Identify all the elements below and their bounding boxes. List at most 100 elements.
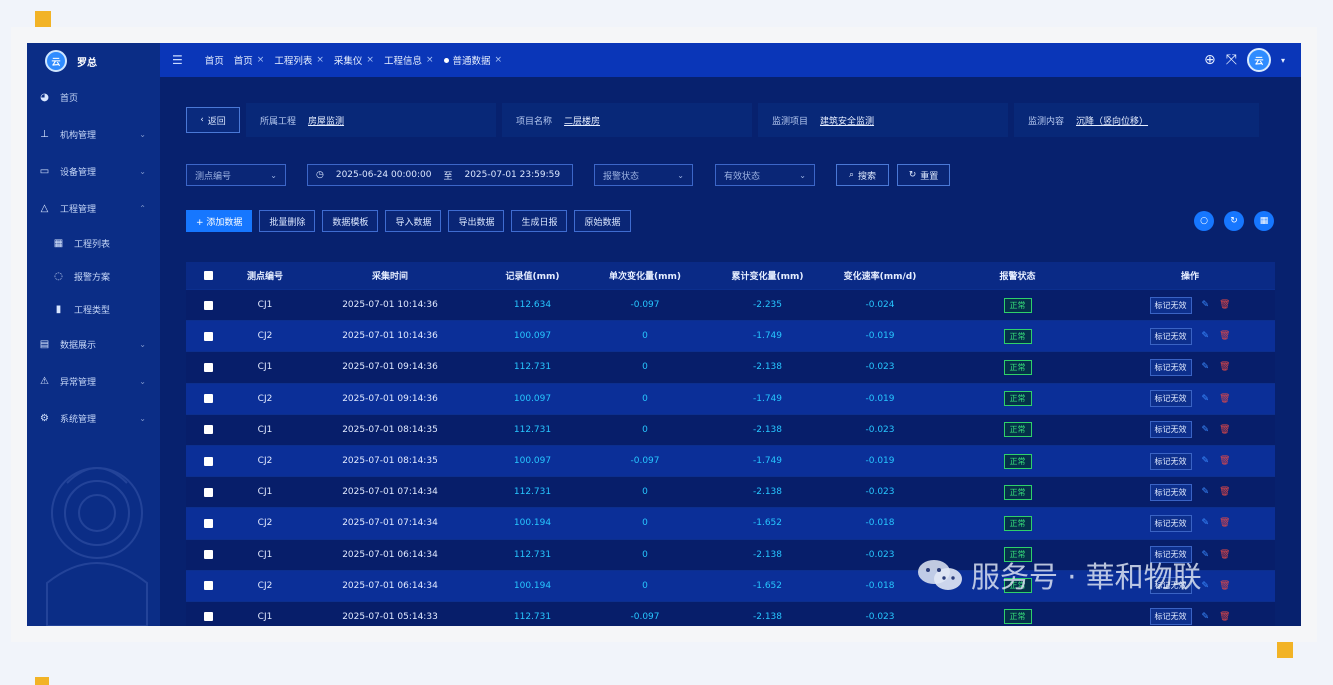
- trash-icon[interactable]: 🗑: [1219, 300, 1230, 310]
- trash-icon[interactable]: 🗑: [1219, 612, 1230, 622]
- edit-icon[interactable]: ✎: [1202, 362, 1210, 372]
- trash-icon[interactable]: 🗑: [1219, 581, 1230, 591]
- select-all-checkbox[interactable]: [203, 271, 213, 280]
- reset-button[interactable]: ↻ 重置: [897, 164, 950, 186]
- daily-report-button[interactable]: 生成日报: [511, 210, 568, 232]
- row-checkbox[interactable]: [203, 487, 213, 497]
- export-data-button[interactable]: 导出数据: [448, 210, 505, 232]
- tab-project-list[interactable]: 工程列表 ×: [274, 53, 324, 67]
- menu-toggle-icon[interactable]: ☰: [172, 53, 183, 67]
- edit-icon[interactable]: ✎: [1202, 581, 1210, 591]
- row-checkbox[interactable]: [203, 425, 213, 435]
- status-badge: 正常: [1003, 515, 1032, 531]
- trash-icon[interactable]: 🗑: [1219, 362, 1230, 372]
- search-circle-icon[interactable]: ○: [1194, 211, 1214, 231]
- trash-icon[interactable]: 🗑: [1219, 487, 1230, 497]
- mark-invalid-button[interactable]: 标记无效: [1149, 483, 1192, 501]
- mark-invalid-button[interactable]: 标记无效: [1149, 514, 1192, 532]
- valid-status-select[interactable]: 有效状态 ⌄: [715, 164, 815, 186]
- alarm-status-select[interactable]: 报警状态 ⌄: [594, 164, 693, 186]
- trash-icon[interactable]: 🗑: [1219, 456, 1230, 466]
- raw-data-button[interactable]: 原始数据: [574, 210, 631, 232]
- tab-home-2[interactable]: 首页 ×: [234, 53, 265, 67]
- trash-icon[interactable]: 🗑: [1219, 331, 1230, 341]
- status-badge: 正常: [1003, 484, 1032, 500]
- point-select[interactable]: 测点编号 ⌄: [186, 164, 286, 186]
- close-icon[interactable]: ×: [366, 55, 374, 65]
- tab-home[interactable]: 首页: [205, 53, 224, 67]
- close-icon[interactable]: ×: [257, 55, 265, 65]
- edit-icon[interactable]: ✎: [1202, 518, 1210, 528]
- sidebar-item-data-display[interactable]: ▤ 数据展示 ⌄: [27, 326, 160, 363]
- close-icon[interactable]: ×: [495, 55, 503, 65]
- avatar[interactable]: 云: [1246, 48, 1271, 72]
- tab-project-info[interactable]: 工程信息 ×: [384, 53, 434, 67]
- close-icon[interactable]: ×: [316, 55, 324, 65]
- edit-icon[interactable]: ✎: [1202, 331, 1210, 341]
- import-data-button[interactable]: 导入数据: [385, 210, 442, 232]
- cell-time: 2025-07-01 09:14:36: [342, 362, 438, 373]
- trash-icon[interactable]: 🗑: [1219, 518, 1230, 528]
- fullscreen-icon[interactable]: ⤧: [1226, 52, 1237, 68]
- project-info-bar: ‹ 返回 所属工程 房屋监测 项目名称 二层楼房 监测项目 建筑安全监测 监测内容 沉降（…: [180, 103, 1265, 137]
- mark-invalid-button[interactable]: 标记无效: [1149, 421, 1192, 439]
- cell-rate: -0.024: [865, 300, 895, 311]
- sidebar-item-alarm-plan[interactable]: ◌ 报警方案: [27, 260, 160, 293]
- sidebar-item-project-list[interactable]: ▦ 工程列表: [27, 227, 160, 260]
- row-checkbox[interactable]: [203, 456, 213, 466]
- row-checkbox[interactable]: [203, 550, 213, 560]
- sidebar-item-device[interactable]: ▭ 设备管理 ⌄: [27, 153, 160, 190]
- edit-icon[interactable]: ✎: [1202, 487, 1210, 497]
- edit-icon[interactable]: ✎: [1202, 456, 1210, 466]
- edit-icon[interactable]: ✎: [1202, 300, 1210, 310]
- trash-icon[interactable]: 🗑: [1219, 425, 1230, 435]
- header-point: 测点编号: [246, 272, 283, 282]
- sidebar-item-exception[interactable]: ⚠ 异常管理 ⌄: [27, 363, 160, 400]
- chevron-down-icon[interactable]: ▾: [1281, 56, 1285, 65]
- grid-circle-icon[interactable]: ▦: [1254, 211, 1274, 231]
- search-button[interactable]: ⌕ 搜索: [836, 164, 889, 186]
- edit-icon[interactable]: ✎: [1202, 394, 1210, 404]
- trash-icon[interactable]: 🗑: [1219, 550, 1230, 560]
- edit-icon[interactable]: ✎: [1202, 425, 1210, 435]
- sidebar-item-org[interactable]: ⊥ 机构管理 ⌄: [27, 116, 160, 153]
- close-icon[interactable]: ×: [426, 55, 434, 65]
- row-checkbox[interactable]: [203, 300, 213, 310]
- tab-normal-data[interactable]: 普通数据 ×: [443, 53, 503, 67]
- refresh-circle-icon[interactable]: ↻: [1224, 211, 1244, 231]
- table-row: CJ1 2025-07-01 10:14:36 112.634 -0.097 -2.23…: [186, 289, 1275, 321]
- sidebar-item-home[interactable]: ◕ 首页: [27, 79, 160, 116]
- brand[interactable]: 云 罗总: [27, 43, 160, 79]
- edit-icon[interactable]: ✎: [1202, 612, 1210, 622]
- header-total-change: 累计变化量(mm): [731, 272, 804, 282]
- batch-delete-button[interactable]: 批量删除: [259, 210, 316, 232]
- row-checkbox[interactable]: [203, 612, 213, 622]
- cell-single-change: 0: [642, 362, 648, 373]
- add-data-button[interactable]: + 添加数据: [186, 210, 253, 232]
- mark-invalid-button[interactable]: 标记无效: [1149, 608, 1192, 626]
- cell-point: CJ1: [257, 487, 273, 498]
- data-template-button[interactable]: 数据模板: [322, 210, 379, 232]
- trash-icon[interactable]: 🗑: [1219, 394, 1230, 404]
- mark-invalid-button[interactable]: 标记无效: [1149, 390, 1192, 408]
- globe-icon[interactable]: ⊕: [1204, 52, 1216, 68]
- row-checkbox[interactable]: [203, 518, 213, 528]
- mark-invalid-button[interactable]: 标记无效: [1149, 296, 1192, 314]
- row-checkbox[interactable]: [203, 394, 213, 404]
- edit-icon[interactable]: ✎: [1202, 550, 1210, 560]
- mark-invalid-button[interactable]: 标记无效: [1149, 358, 1192, 376]
- row-checkbox[interactable]: [203, 331, 213, 341]
- sidebar-item-system[interactable]: ⚙ 系统管理 ⌄: [27, 400, 160, 437]
- sidebar-item-engineering[interactable]: △ 工程管理 ⌃: [27, 190, 160, 227]
- cell-time: 2025-07-01 08:14:35: [342, 456, 438, 467]
- back-button[interactable]: ‹ 返回: [186, 107, 240, 133]
- date-range-picker[interactable]: ◷ 2025-06-24 00:00:00 至 2025-07-01 23:59:59: [307, 164, 573, 186]
- row-checkbox[interactable]: [203, 362, 213, 372]
- cell-value: 100.194: [513, 518, 552, 529]
- tab-collector[interactable]: 采集仪 ×: [334, 53, 374, 67]
- sidebar-item-project-type[interactable]: ▮ 工程类型: [27, 293, 160, 326]
- mark-invalid-button[interactable]: 标记无效: [1149, 452, 1192, 470]
- mark-invalid-button[interactable]: 标记无效: [1149, 327, 1192, 345]
- topbar-tools: ⊕ ⤧ 云 ▾: [1204, 48, 1285, 72]
- row-checkbox[interactable]: [203, 581, 213, 591]
